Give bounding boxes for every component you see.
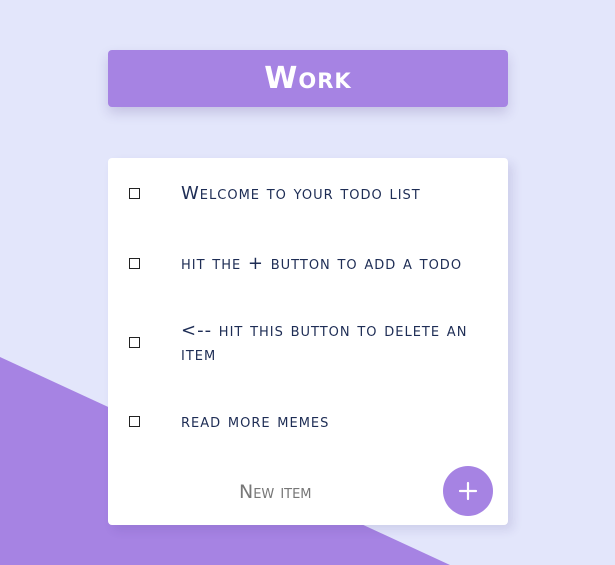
todo-item[interactable]: hit the + button to add a todo bbox=[108, 252, 508, 276]
todo-card: Welcome to your todo list hit the + butt… bbox=[108, 158, 508, 525]
todo-item-label: hit the + button to add a todo bbox=[181, 253, 463, 274]
todo-item[interactable]: <-- hit this button to delete an item bbox=[108, 319, 508, 367]
todo-checkbox[interactable] bbox=[129, 188, 140, 199]
list-title: Work bbox=[264, 61, 352, 96]
todo-checkbox[interactable] bbox=[129, 416, 140, 427]
plus-icon bbox=[458, 481, 478, 501]
todo-item-label: read more memes bbox=[181, 411, 330, 432]
list-heading: Work bbox=[108, 50, 508, 107]
todo-checkbox[interactable] bbox=[129, 258, 140, 269]
todo-item-label: <-- hit this button to delete an item bbox=[181, 320, 468, 365]
todo-checkbox[interactable] bbox=[129, 337, 140, 348]
new-item-input[interactable] bbox=[239, 478, 459, 506]
todo-item[interactable]: Welcome to your todo list bbox=[108, 182, 508, 206]
todo-item[interactable]: read more memes bbox=[108, 410, 508, 434]
todo-item-label: Welcome to your todo list bbox=[181, 183, 421, 204]
add-item-button[interactable] bbox=[443, 466, 493, 516]
